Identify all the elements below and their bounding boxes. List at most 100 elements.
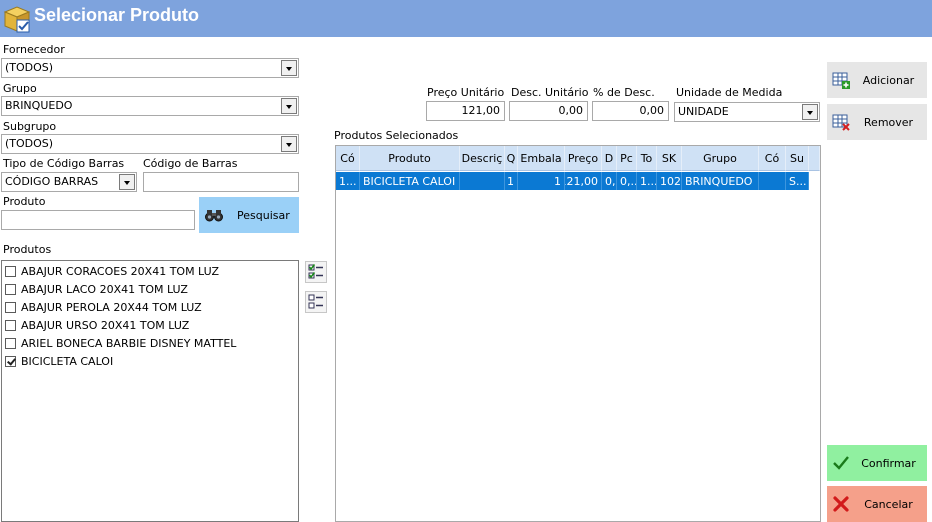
check-all-icon	[308, 264, 323, 279]
table-cell[interactable]: 0,...	[602, 172, 617, 190]
table-cell[interactable]	[759, 172, 786, 190]
list-item-label: ABAJUR LACO 20X41 TOM LUZ	[21, 282, 188, 296]
preco-unitario-label: Preço Unitário	[427, 86, 505, 99]
column-header[interactable]: To	[637, 146, 657, 171]
remover-label: Remover	[863, 115, 914, 129]
unidade-medida-label: Unidade de Medida	[676, 86, 783, 99]
column-header[interactable]: Có	[336, 146, 360, 171]
list-item-label: ABAJUR CORACOES 20X41 TOM LUZ	[21, 264, 220, 278]
produtos-label: Produtos	[3, 243, 52, 256]
list-item-label: ABAJUR URSO 20X41 TOM LUZ	[21, 318, 190, 332]
x-icon	[833, 496, 849, 512]
column-header[interactable]: Embala	[518, 146, 565, 171]
fornecedor-label: Fornecedor	[3, 43, 65, 56]
produto-input[interactable]	[1, 210, 195, 230]
unidade-medida-value: UNIDADE	[678, 105, 729, 118]
table-cell[interactable]: 121,00	[565, 172, 602, 190]
chevron-down-icon[interactable]	[119, 174, 135, 190]
list-item-label: ARIEL BONECA BARBIE DISNEY MATTEL	[21, 336, 237, 350]
table-cell[interactable]	[460, 172, 505, 190]
fornecedor-select[interactable]: (TODOS)	[1, 58, 299, 78]
cancelar-button[interactable]: Cancelar	[827, 486, 927, 522]
table-cell[interactable]: BICICLETA CALOI	[360, 172, 460, 190]
uncheck-all-icon	[308, 294, 323, 309]
column-header[interactable]: Produto	[360, 146, 460, 171]
produtos-list[interactable]: ABAJUR CORACOES 20X41 TOM LUZ ABAJUR LACO…	[1, 260, 299, 522]
column-header[interactable]: Preço	[565, 146, 602, 171]
checkbox[interactable]	[5, 283, 16, 295]
tipo-codigo-value: CÓDIGO BARRAS	[5, 175, 99, 188]
column-header[interactable]: Pc	[617, 146, 637, 171]
column-header[interactable]: Có	[759, 146, 786, 171]
grid-remove-icon	[832, 114, 850, 131]
checkmark-icon	[833, 456, 849, 470]
desc-unitario-label: Desc. Unitário	[511, 86, 589, 99]
remover-button[interactable]: Remover	[827, 104, 927, 140]
confirmar-button[interactable]: Confirmar	[827, 445, 927, 481]
grupo-select[interactable]: BRINQUEDO	[1, 96, 299, 116]
chevron-down-icon[interactable]	[281, 136, 297, 152]
table-cell[interactable]: 1	[505, 172, 518, 190]
checkbox[interactable]	[5, 355, 16, 367]
adicionar-label: Adicionar	[862, 73, 915, 87]
grupo-value: BRINQUEDO	[5, 99, 73, 112]
window-title: Selecionar Produto	[34, 5, 200, 25]
checkbox[interactable]	[5, 319, 16, 331]
search-button-label: Pesquisar	[237, 208, 290, 222]
desc-unitario-input[interactable]: 0,00	[509, 101, 588, 121]
produto-label: Produto	[3, 195, 46, 208]
list-item[interactable]: ABAJUR PEROLA 20X44 TOM LUZ	[2, 298, 298, 316]
uncheck-all-button[interactable]	[305, 291, 327, 313]
column-header[interactable]: SK	[657, 146, 682, 171]
table-cell[interactable]: 0,...	[617, 172, 637, 190]
chevron-down-icon[interactable]	[281, 60, 297, 76]
column-header[interactable]: D	[602, 146, 617, 171]
subgrupo-label: Subgrupo	[3, 120, 57, 133]
unidade-medida-select[interactable]: UNIDADE	[674, 102, 820, 122]
checkbox[interactable]	[5, 301, 16, 313]
selected-products-grid[interactable]: Có Produto Descriç Q Embala Preço D Pc To SK Grupo…	[335, 145, 821, 522]
package-check-icon	[3, 6, 31, 33]
produtos-selecionados-label: Produtos Selecionados	[334, 129, 459, 142]
list-item[interactable]: ABAJUR LACO 20X41 TOM LUZ	[2, 280, 298, 298]
codigo-barras-label: Código de Barras	[143, 157, 238, 170]
adicionar-button[interactable]: Adicionar	[827, 62, 927, 98]
codigo-barras-input[interactable]	[143, 172, 299, 192]
pct-desc-input[interactable]: 0,00	[592, 101, 669, 121]
column-header-filler	[809, 146, 820, 171]
check-all-button[interactable]	[305, 261, 327, 283]
column-header[interactable]: Descriç	[460, 146, 505, 171]
preco-unitario-input[interactable]: 121,00	[426, 101, 505, 121]
pct-desc-label: % de Desc.	[593, 86, 655, 99]
subgrupo-value: (TODOS)	[5, 137, 54, 150]
subgrupo-select[interactable]: (TODOS)	[1, 134, 299, 154]
fornecedor-value: (TODOS)	[5, 61, 54, 74]
list-item-label: ABAJUR PEROLA 20X44 TOM LUZ	[21, 300, 202, 314]
list-item-label: BICICLETA CALOI	[21, 354, 114, 368]
table-cell[interactable]: S...	[786, 172, 809, 190]
table-cell[interactable]: 1...	[336, 172, 360, 190]
cancelar-label: Cancelar	[864, 497, 913, 511]
grid-add-icon	[832, 72, 850, 89]
table-cell[interactable]: BRINQUEDO	[682, 172, 759, 190]
list-item[interactable]: ABAJUR CORACOES 20X41 TOM LUZ	[2, 262, 298, 280]
checkbox[interactable]	[5, 265, 16, 277]
checkbox[interactable]	[5, 337, 16, 349]
column-header[interactable]: Q	[505, 146, 518, 171]
column-header[interactable]: Grupo	[682, 146, 759, 171]
table-cell[interactable]: 102	[657, 172, 682, 190]
grupo-label: Grupo	[3, 82, 37, 95]
search-button[interactable]: Pesquisar	[199, 197, 299, 233]
chevron-down-icon[interactable]	[281, 98, 297, 114]
tipo-codigo-label: Tipo de Código Barras	[3, 157, 125, 170]
list-item[interactable]: ARIEL BONECA BARBIE DISNEY MATTEL	[2, 334, 298, 352]
column-header[interactable]: Su	[786, 146, 809, 171]
list-item[interactable]: ABAJUR URSO 20X41 TOM LUZ	[2, 316, 298, 334]
confirmar-label: Confirmar	[861, 456, 916, 470]
list-item[interactable]: BICICLETA CALOI	[2, 352, 298, 370]
chevron-down-icon[interactable]	[802, 104, 818, 120]
table-cell[interactable]: 1...	[637, 172, 657, 190]
tipo-codigo-select[interactable]: CÓDIGO BARRAS	[1, 172, 137, 192]
table-cell[interactable]: 1	[518, 172, 565, 190]
binoculars-icon	[205, 210, 223, 222]
